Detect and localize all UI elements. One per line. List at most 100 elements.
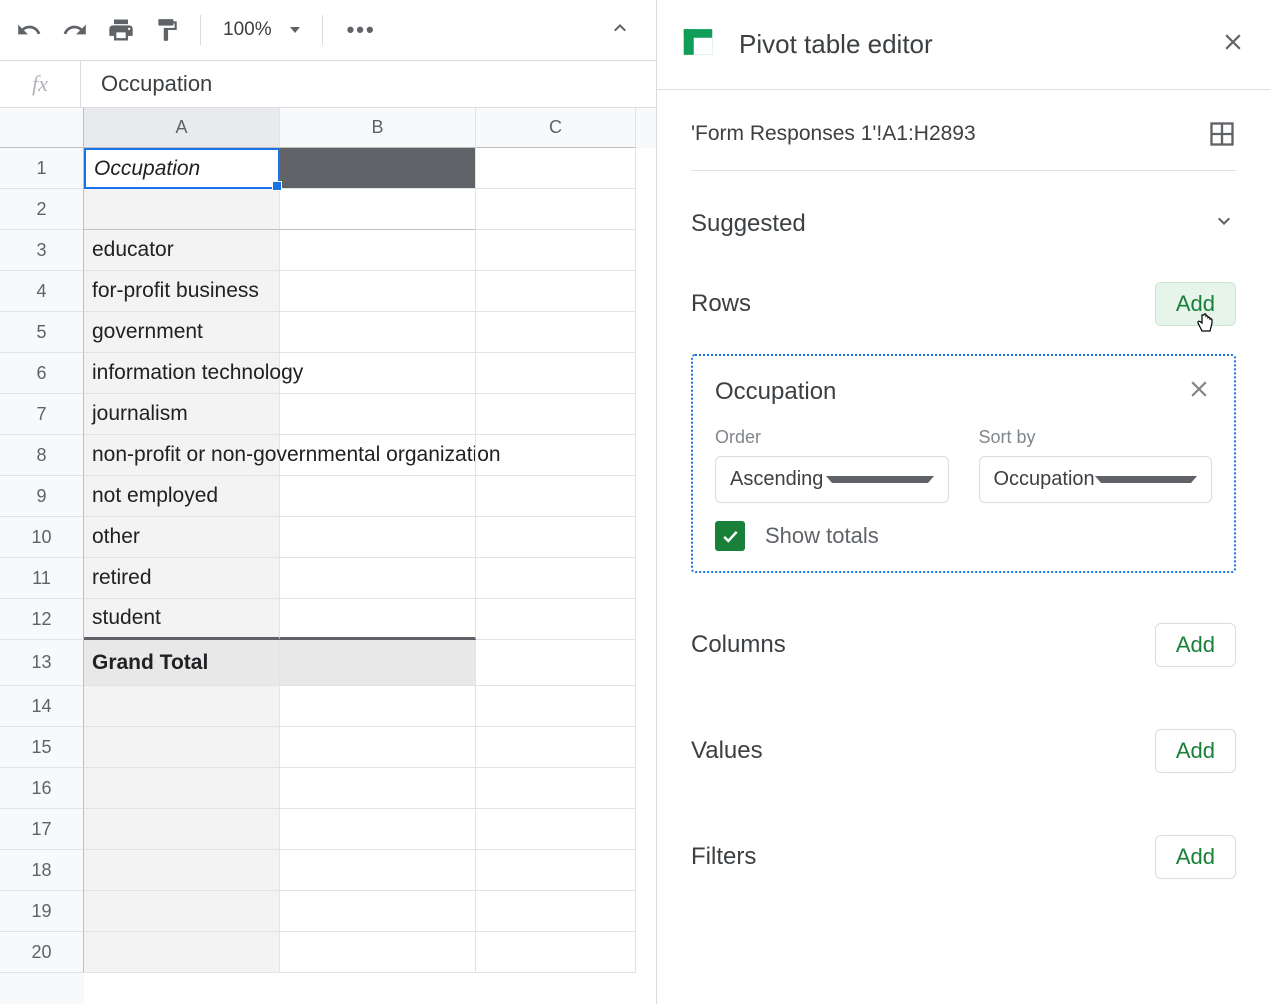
cell[interactable]: educator [84,230,280,271]
cell[interactable]: government [84,312,280,353]
row-header[interactable]: 6 [0,353,84,394]
cell[interactable]: non-profit or non-governmental organizat… [84,435,280,476]
suggested-section[interactable]: Suggested [691,171,1236,264]
cell[interactable] [476,932,636,973]
cell[interactable] [84,189,280,230]
row-header[interactable]: 7 [0,394,84,435]
cell[interactable]: not employed [84,476,280,517]
spreadsheet-grid[interactable]: 1234567891011121314151617181920 A B C Oc… [0,108,656,1004]
cell[interactable] [476,891,636,932]
cell[interactable] [280,932,476,973]
row-header[interactable]: 19 [0,891,84,932]
cell[interactable] [476,850,636,891]
row-header[interactable]: 11 [0,558,84,599]
row-header[interactable]: 16 [0,768,84,809]
add-rows-button[interactable]: Add [1155,282,1236,326]
cell[interactable] [84,809,280,850]
cell[interactable] [280,148,476,189]
row-header[interactable]: 10 [0,517,84,558]
redo-button[interactable] [56,11,94,49]
cell[interactable] [476,312,636,353]
cell[interactable] [280,312,476,353]
add-columns-button[interactable]: Add [1155,623,1236,667]
cell[interactable] [280,558,476,599]
cell[interactable] [476,517,636,558]
cell[interactable] [476,148,636,189]
print-button[interactable] [102,11,140,49]
row-header[interactable]: 8 [0,435,84,476]
cell[interactable] [280,230,476,271]
column-header-b[interactable]: B [280,108,476,148]
row-header[interactable]: 18 [0,850,84,891]
row-header[interactable]: 4 [0,271,84,312]
cell[interactable] [280,189,476,230]
cell[interactable] [476,558,636,599]
select-range-button[interactable] [1208,120,1236,148]
cell[interactable] [476,230,636,271]
cell[interactable] [280,850,476,891]
more-button[interactable]: ••• [337,17,386,43]
cell[interactable] [280,435,476,476]
row-header[interactable]: 14 [0,686,84,727]
cell[interactable] [280,891,476,932]
cell[interactable] [476,599,636,640]
cell[interactable] [84,727,280,768]
cell[interactable] [280,476,476,517]
row-header[interactable]: 20 [0,932,84,973]
cell[interactable] [476,394,636,435]
cell[interactable]: Grand Total [84,640,280,686]
row-header[interactable]: 15 [0,727,84,768]
cell[interactable] [280,727,476,768]
collapse-toolbar-button[interactable] [608,16,632,45]
sortby-select[interactable]: Occupation [979,456,1213,503]
cell[interactable] [280,768,476,809]
add-values-button[interactable]: Add [1155,729,1236,773]
row-header[interactable]: 3 [0,230,84,271]
row-header[interactable]: 17 [0,809,84,850]
cell[interactable] [280,686,476,727]
cell[interactable] [476,353,636,394]
cell[interactable] [84,686,280,727]
cell[interactable] [476,435,636,476]
cell[interactable] [84,850,280,891]
cell[interactable] [476,686,636,727]
order-select[interactable]: Ascending [715,456,949,503]
cell[interactable] [476,640,636,686]
cell[interactable]: information technology [84,353,280,394]
row-header[interactable]: 5 [0,312,84,353]
cell[interactable] [280,394,476,435]
cell[interactable] [280,271,476,312]
row-header[interactable]: 2 [0,189,84,230]
cell[interactable]: for-profit business [84,271,280,312]
close-editor-button[interactable] [1220,29,1246,60]
zoom-dropdown[interactable]: 100% [215,19,308,41]
cell[interactable] [84,891,280,932]
cell[interactable] [280,599,476,640]
cell[interactable]: retired [84,558,280,599]
cell[interactable] [280,353,476,394]
cell[interactable] [280,809,476,850]
remove-field-button[interactable] [1186,376,1212,407]
paint-format-button[interactable] [148,11,186,49]
cell[interactable] [476,271,636,312]
cell[interactable]: Occupation [84,148,280,189]
cell[interactable] [476,476,636,517]
cell[interactable] [280,517,476,558]
cell[interactable] [84,768,280,809]
cell[interactable] [476,189,636,230]
formula-input[interactable] [81,71,656,97]
cell[interactable] [280,640,476,686]
cell[interactable]: student [84,599,280,640]
row-header[interactable]: 13 [0,640,84,686]
cell[interactable]: other [84,517,280,558]
undo-button[interactable] [10,11,48,49]
cell[interactable]: journalism [84,394,280,435]
show-totals-checkbox[interactable] [715,521,745,551]
column-header-a[interactable]: A [84,108,280,148]
select-all-corner[interactable] [0,108,84,148]
add-filters-button[interactable]: Add [1155,835,1236,879]
column-header-c[interactable]: C [476,108,636,148]
cell[interactable] [476,768,636,809]
cell[interactable] [476,809,636,850]
cell[interactable] [476,727,636,768]
